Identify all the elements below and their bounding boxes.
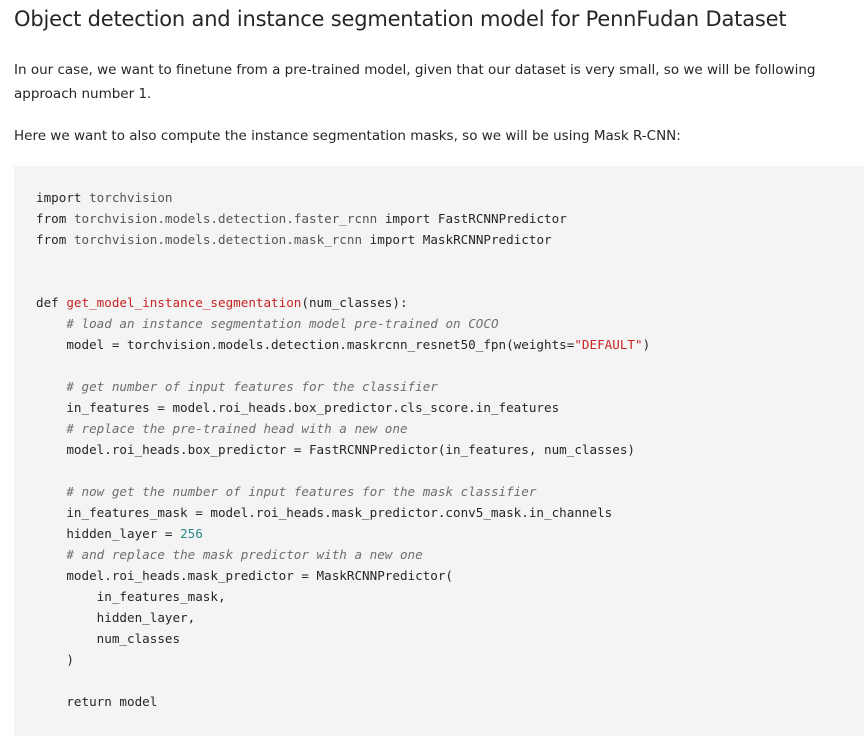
code-line: model.roi_heads.mask_predictor = MaskRCN… bbox=[36, 565, 864, 586]
code-module-path: torchvision.models.detection.mask_rcnn bbox=[73, 232, 363, 247]
code-text: hidden_layer, bbox=[36, 610, 196, 625]
code-text: in_features = model.roi_heads.box_predic… bbox=[36, 400, 560, 415]
code-line: from torchvision.models.detection.faster… bbox=[36, 208, 864, 229]
code-line: def get_model_instance_segmentation(num_… bbox=[36, 292, 864, 313]
code-line: # get number of input features for the c… bbox=[36, 376, 864, 397]
intro-paragraph: In our case, we want to finetune from a … bbox=[14, 62, 816, 102]
code-text: model bbox=[111, 694, 158, 709]
code-comment: # now get the number of input features f… bbox=[66, 484, 537, 499]
code-block[interactable]: import torchvision from torchvision.model… bbox=[14, 166, 864, 736]
code-comment: # load an instance segmentation model pr… bbox=[66, 316, 499, 331]
code-text: in_features_mask = model.roi_heads.mask_… bbox=[36, 505, 613, 520]
code-line: hidden_layer, bbox=[36, 607, 864, 628]
code-line: import torchvision bbox=[36, 187, 864, 208]
code-line: from torchvision.models.detection.mask_r… bbox=[36, 229, 864, 250]
code-line: in_features_mask, bbox=[36, 586, 864, 607]
code-line: in_features = model.roi_heads.box_predic… bbox=[36, 397, 864, 418]
code-text: model.roi_heads.box_predictor = FastRCNN… bbox=[36, 442, 635, 457]
code-keyword: import bbox=[36, 190, 82, 205]
code-keyword: import bbox=[369, 232, 416, 247]
code-module-path: torchvision bbox=[89, 190, 173, 205]
code-line: # load an instance segmentation model pr… bbox=[36, 313, 864, 334]
code-line: # replace the pre-trained head with a ne… bbox=[36, 418, 864, 439]
code-line: model.roi_heads.box_predictor = FastRCNN… bbox=[36, 439, 864, 460]
code-number: 256 bbox=[180, 526, 203, 541]
code-text: in_features_mask, bbox=[36, 589, 226, 604]
code-text: model = torchvision.models.detection.mas… bbox=[36, 337, 575, 352]
code-line: model = torchvision.models.detection.mas… bbox=[36, 334, 864, 355]
code-comment: # replace the pre-trained head with a ne… bbox=[66, 421, 408, 436]
code-line: # now get the number of input features f… bbox=[36, 481, 864, 502]
code-text: model.roi_heads.mask_predictor = MaskRCN… bbox=[36, 568, 454, 583]
code-line: hidden_layer = 256 bbox=[36, 523, 864, 544]
code-module-path: torchvision.models.detection.faster_rcnn bbox=[73, 211, 378, 226]
code-line: # and replace the mask predictor with a … bbox=[36, 544, 864, 565]
page-title: Object detection and instance segmentati… bbox=[14, 7, 787, 31]
code-text: ) bbox=[36, 652, 74, 667]
code-text: MaskRCNNPredictor bbox=[415, 232, 552, 247]
code-text: num_classes bbox=[36, 631, 181, 646]
code-line: num_classes bbox=[36, 628, 864, 649]
code-text: FastRCNNPredictor bbox=[430, 211, 567, 226]
code-keyword: from bbox=[36, 232, 67, 247]
code-line: ) bbox=[36, 649, 864, 670]
code-function-name: get_model_instance_segmentation bbox=[66, 295, 302, 310]
mask-rcnn-paragraph: Here we want to also compute the instanc… bbox=[14, 128, 681, 144]
code-comment: # get number of input features for the c… bbox=[66, 379, 438, 394]
code-keyword: import bbox=[384, 211, 431, 226]
code-comment: # and replace the mask predictor with a … bbox=[66, 547, 423, 562]
code-listing[interactable]: import torchvision from torchvision.model… bbox=[36, 187, 864, 712]
code-string: "DEFAULT" bbox=[574, 337, 643, 352]
code-line: in_features_mask = model.roi_heads.mask_… bbox=[36, 502, 864, 523]
code-keyword: def bbox=[36, 295, 59, 310]
code-text: ) bbox=[642, 337, 651, 352]
code-keyword: return bbox=[66, 694, 112, 709]
code-keyword: from bbox=[36, 211, 67, 226]
code-text: (num_classes): bbox=[301, 295, 408, 310]
code-text: hidden_layer = bbox=[36, 526, 181, 541]
code-line: return model bbox=[36, 691, 864, 712]
